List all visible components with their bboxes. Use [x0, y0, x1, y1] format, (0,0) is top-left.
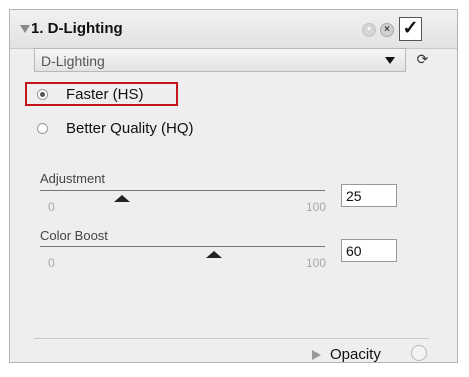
- color-boost-max: 100: [306, 256, 327, 270]
- chevron-down-icon: [385, 57, 395, 64]
- option-faster[interactable]: Faster (HS): [25, 82, 178, 106]
- enable-checkbox[interactable]: ✓: [399, 17, 422, 41]
- option-better-quality[interactable]: Better Quality (HQ): [25, 117, 245, 141]
- reset-icon[interactable]: •: [362, 23, 376, 37]
- faster-label: Faster (HS): [66, 86, 144, 103]
- color-boost-thumb[interactable]: [206, 251, 222, 258]
- opacity-label[interactable]: Opacity: [330, 346, 381, 363]
- adjustment-label: Adjustment: [40, 171, 106, 186]
- collapse-triangle-icon[interactable]: [20, 25, 30, 33]
- better-quality-label: Better Quality (HQ): [66, 120, 194, 137]
- triangle-right-icon[interactable]: [312, 350, 321, 360]
- divider: [34, 338, 429, 339]
- apply-icon[interactable]: ⟳: [415, 52, 430, 67]
- panel-header: 1. D-Lighting • × ✓: [10, 10, 457, 49]
- better-quality-radio[interactable]: [37, 123, 48, 134]
- panel-title: 1. D-Lighting: [31, 20, 123, 37]
- adjustment-min: 0: [48, 200, 55, 214]
- method-dropdown[interactable]: D-Lighting: [34, 48, 406, 72]
- adjustment-input[interactable]: 25: [341, 184, 397, 207]
- adjustment-max: 100: [306, 200, 327, 214]
- faster-radio[interactable]: [37, 89, 48, 100]
- color-boost-track[interactable]: [40, 246, 325, 247]
- close-icon[interactable]: ×: [380, 23, 394, 37]
- method-dropdown-value: D-Lighting: [41, 53, 105, 69]
- color-boost-min: 0: [48, 256, 55, 270]
- color-boost-label: Color Boost: [40, 228, 108, 243]
- checkmark-icon: ✓: [402, 18, 419, 39]
- color-boost-input[interactable]: 60: [341, 239, 397, 262]
- adjustment-track[interactable]: [40, 190, 325, 191]
- opacity-toggle[interactable]: [411, 345, 427, 361]
- adjustment-thumb[interactable]: [114, 195, 130, 202]
